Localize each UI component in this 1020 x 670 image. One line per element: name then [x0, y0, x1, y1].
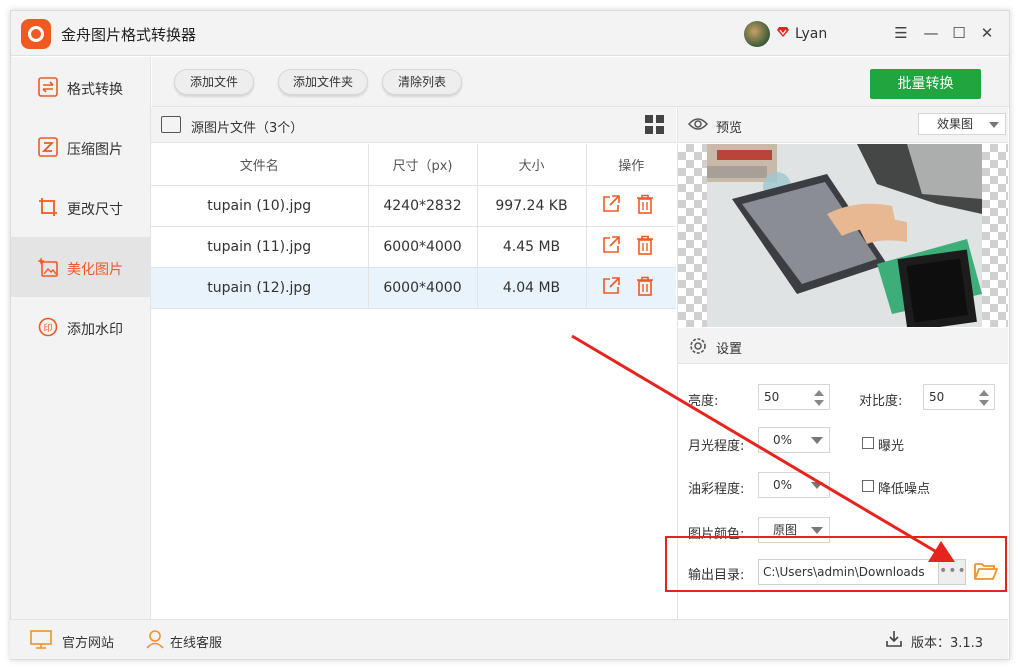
version-label: 版本：3.1.3 [911, 636, 984, 651]
brightness-value: 50 [764, 390, 780, 404]
chevron-down-icon [811, 437, 823, 444]
footer: 官方网站 在线客服 版本：3.1.3 [10, 619, 1008, 659]
brightness-label: 亮度: [688, 394, 719, 409]
settings-label: 设置 [716, 342, 743, 357]
eye-icon [688, 118, 708, 130]
delete-icon[interactable] [635, 276, 655, 296]
moonlight-value: 0% [773, 433, 793, 447]
oil-paint-select[interactable]: 0% [758, 472, 830, 498]
preview-header: 预览 效果图 [677, 107, 1008, 143]
delete-icon[interactable] [635, 194, 655, 214]
table-header-row: 文件名 尺寸（px) 大小 操作 [151, 144, 676, 186]
table-row[interactable]: tupain (11).jpg 6000*4000 4.45 MB [151, 226, 676, 268]
preview-mode-value: 效果图 [937, 117, 974, 131]
file-panel-title: 源图片文件（3个） [191, 121, 304, 136]
file-size: 4.45 MB [477, 226, 587, 268]
image-icon [161, 116, 181, 133]
chevron-down-icon [811, 527, 823, 534]
chevron-down-icon [811, 482, 823, 489]
exposure-checkbox[interactable] [862, 437, 874, 449]
online-service-link[interactable]: 在线客服 [170, 632, 222, 651]
official-website-link[interactable]: 官方网站 [62, 632, 114, 651]
file-dimensions: 6000*4000 [368, 226, 478, 268]
file-table: 文件名 尺寸（px) 大小 操作 tupain (10).jpg 4240*28… [151, 144, 676, 309]
stepper-down-icon[interactable] [979, 400, 989, 406]
open-external-icon[interactable] [601, 276, 621, 296]
exposure-label: 曝光 [878, 439, 905, 454]
grid-view-icon[interactable] [645, 115, 665, 135]
file-actions [586, 267, 676, 309]
contrast-value: 50 [929, 390, 945, 404]
file-dimensions: 4240*2832 [368, 185, 478, 227]
denoise-label: 降低噪点 [878, 482, 931, 497]
customer-service-icon [146, 630, 164, 649]
column-header-filename[interactable]: 文件名 [151, 144, 369, 186]
table-row-selected[interactable]: tupain (12).jpg 6000*4000 4.04 MB [151, 267, 676, 309]
contrast-label: 对比度: [859, 394, 903, 409]
settings-header: 设置 [677, 328, 1008, 364]
denoise-checkbox[interactable] [862, 480, 874, 492]
file-name: tupain (12).jpg [151, 267, 369, 309]
image-color-value: 原图 [773, 523, 798, 537]
delete-icon[interactable] [635, 235, 655, 255]
file-size: 997.24 KB [477, 185, 587, 227]
open-external-icon[interactable] [601, 194, 621, 214]
file-actions [586, 185, 676, 227]
contrast-stepper[interactable]: 50 [923, 384, 995, 410]
preview-mode-select[interactable]: 效果图 [918, 113, 1006, 135]
moonlight-label: 月光程度: [688, 439, 745, 454]
file-actions [586, 226, 676, 268]
column-header-size[interactable]: 大小 [477, 144, 587, 186]
file-panel-header: 源图片文件（3个） [151, 107, 676, 143]
brightness-stepper[interactable]: 50 [758, 384, 830, 410]
oil-paint-value: 0% [773, 478, 793, 492]
preview-label: 预览 [716, 121, 743, 136]
stepper-up-icon[interactable] [814, 390, 824, 396]
table-row[interactable]: tupain (10).jpg 4240*2832 997.24 KB [151, 185, 676, 227]
oil-paint-label: 油彩程度: [688, 482, 745, 497]
download-icon [886, 631, 902, 647]
file-dimensions: 6000*4000 [368, 267, 478, 309]
file-name: tupain (11).jpg [151, 226, 369, 268]
gear-icon [690, 338, 706, 354]
annotation-highlight-box [665, 536, 1007, 592]
stepper-up-icon[interactable] [979, 390, 989, 396]
preview-area [677, 144, 1008, 327]
file-name: tupain (10).jpg [151, 185, 369, 227]
moonlight-select[interactable]: 0% [758, 427, 830, 453]
open-external-icon[interactable] [601, 235, 621, 255]
chevron-down-icon [989, 122, 999, 128]
preview-image [707, 144, 982, 327]
file-size: 4.04 MB [477, 267, 587, 309]
column-header-actions: 操作 [586, 144, 676, 186]
stepper-down-icon[interactable] [814, 400, 824, 406]
monitor-icon [30, 630, 52, 649]
column-header-dimensions[interactable]: 尺寸（px) [368, 144, 478, 186]
